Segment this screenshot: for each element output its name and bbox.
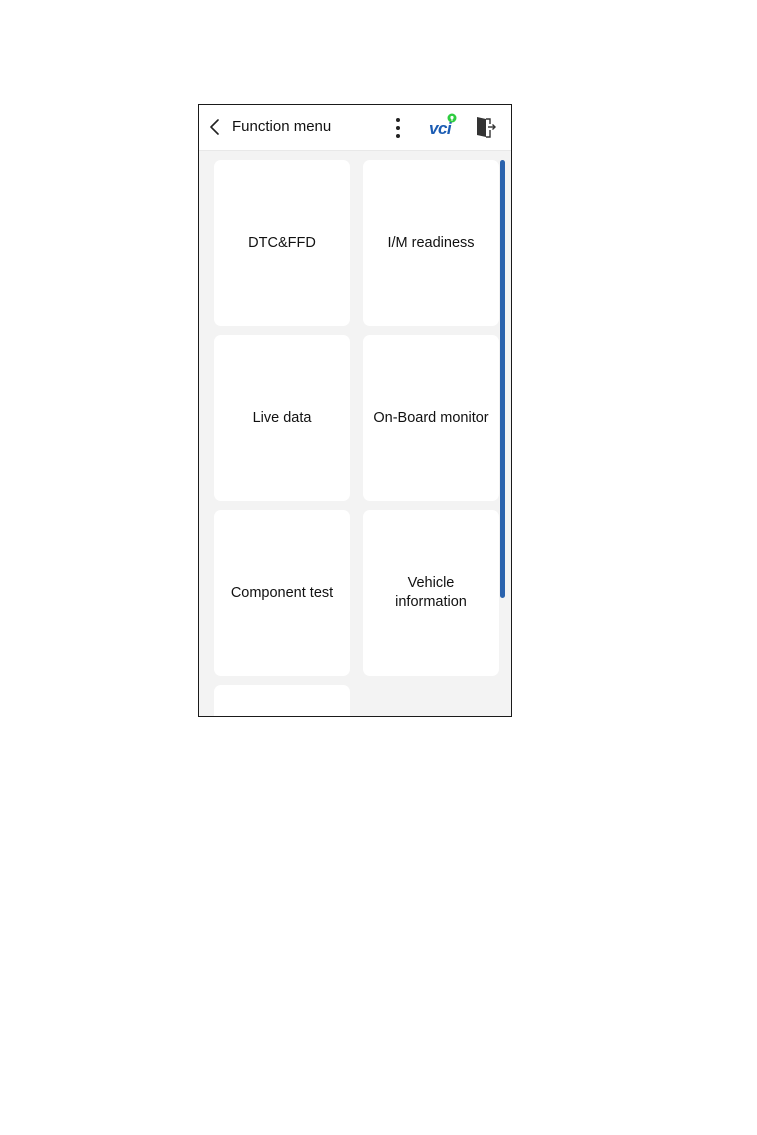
exit-button[interactable] bbox=[475, 116, 497, 138]
menu-tile-live-data[interactable]: Live data bbox=[214, 335, 350, 501]
menu-tile-im-readiness[interactable]: I/M readiness bbox=[363, 160, 499, 326]
page-title: Function menu bbox=[232, 118, 332, 135]
exit-door-icon bbox=[477, 117, 496, 138]
function-grid: DTC&FFD I/M readiness Live data On-Board… bbox=[199, 151, 511, 716]
more-vertical-icon bbox=[396, 118, 400, 138]
back-button[interactable] bbox=[208, 117, 224, 137]
app-window: Function menu vci DTC&FFD I/M readiness … bbox=[198, 104, 512, 717]
scrollbar[interactable] bbox=[500, 160, 505, 598]
more-options-button[interactable] bbox=[392, 116, 404, 140]
chevron-left-icon bbox=[210, 119, 219, 135]
menu-tile-dtc-ffd[interactable]: DTC&FFD bbox=[214, 160, 350, 326]
menu-tile-on-board-monitor[interactable]: On-Board monitor bbox=[363, 335, 499, 501]
vci-connection-button[interactable]: vci bbox=[427, 113, 461, 141]
menu-tile-component-test[interactable]: Component test bbox=[214, 510, 350, 676]
top-bar: Function menu vci bbox=[199, 105, 511, 151]
menu-tile-vehicle-information[interactable]: Vehicle information bbox=[363, 510, 499, 676]
menu-tile-partial[interactable] bbox=[214, 685, 350, 716]
vci-status-icon bbox=[447, 113, 457, 123]
